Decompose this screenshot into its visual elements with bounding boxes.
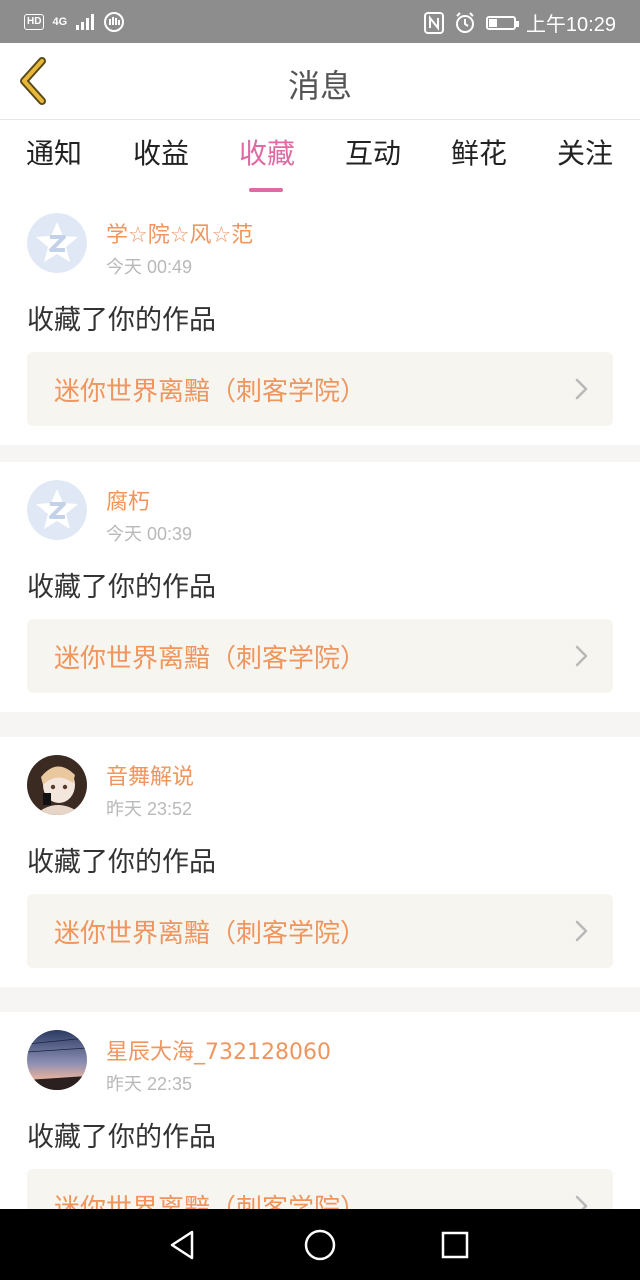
chevron-right-icon — [575, 645, 588, 667]
tab-notifications[interactable]: 通知 — [14, 132, 94, 172]
active-tab-indicator — [249, 188, 283, 192]
page-title: 消息 — [287, 67, 352, 105]
nav-home-button[interactable] — [302, 1227, 338, 1263]
list-item: 腐朽 今天 00:39 收藏了你的作品 迷你世界离黯（刺客学院） — [0, 462, 640, 712]
timestamp: 昨天 22:35 — [106, 1074, 193, 1094]
circle-home-icon — [304, 1229, 336, 1261]
avatar[interactable] — [27, 1030, 87, 1090]
network-type: 4G — [52, 16, 68, 28]
default-avatar-icon — [27, 213, 87, 273]
username[interactable]: 学☆院☆风☆范 — [106, 217, 253, 249]
timestamp: 今天 00:49 — [106, 257, 193, 277]
tab-bar: 通知 收益 收藏 互动 鲜花 关注 — [0, 120, 640, 195]
timestamp: 今天 00:39 — [106, 524, 193, 544]
sky-photo-avatar-image — [27, 1030, 87, 1090]
signal-icon — [76, 14, 95, 30]
work-link[interactable]: 迷你世界离黯（刺客学院） — [27, 894, 613, 968]
avatar[interactable] — [27, 755, 87, 815]
avatar[interactable] — [27, 480, 87, 540]
tab-favorites-label: 收藏 — [238, 137, 295, 170]
username[interactable]: 音舞解说 — [106, 759, 194, 791]
tab-follows[interactable]: 关注 — [545, 132, 625, 172]
status-bar: HD 4G 上午10:29 — [0, 0, 640, 43]
nav-back-button[interactable] — [164, 1227, 200, 1263]
action-text: 收藏了你的作品 — [27, 572, 216, 603]
photo-avatar-image — [27, 755, 87, 815]
timestamp: 昨天 23:52 — [106, 799, 193, 819]
tab-interactions[interactable]: 互动 — [333, 132, 413, 172]
work-link[interactable]: 迷你世界离黯（刺客学院） — [27, 352, 613, 426]
chevron-right-icon — [575, 378, 588, 400]
app-header: 消息 — [0, 43, 640, 120]
work-title: 迷你世界离黯（刺客学院） — [54, 919, 367, 949]
nav-recents-button[interactable] — [437, 1227, 473, 1263]
action-text: 收藏了你的作品 — [27, 1122, 216, 1153]
action-text: 收藏了你的作品 — [27, 305, 216, 336]
tab-favorites[interactable]: 收藏 — [227, 132, 307, 192]
hd-indicator: HD — [24, 14, 45, 30]
list-item: 音舞解说 昨天 23:52 收藏了你的作品 迷你世界离黯（刺客学院） — [0, 737, 640, 987]
app-notification-icon — [104, 12, 125, 32]
work-title: 迷你世界离黯（刺客学院） — [54, 644, 367, 674]
square-recents-icon — [441, 1231, 469, 1259]
battery-icon — [485, 15, 519, 30]
nfc-icon — [423, 11, 444, 34]
work-title: 迷你世界离黯（刺客学院） — [54, 377, 367, 407]
username[interactable]: 星辰大海_732128060 — [106, 1034, 331, 1066]
list-item: 学☆院☆风☆范 今天 00:49 收藏了你的作品 迷你世界离黯（刺客学院） — [0, 195, 640, 445]
clock: 上午10:29 — [525, 14, 616, 36]
tab-earnings[interactable]: 收益 — [121, 132, 201, 172]
action-text: 收藏了你的作品 — [27, 847, 216, 878]
default-avatar-icon — [27, 480, 87, 540]
battery-fill — [488, 18, 497, 27]
chevron-right-icon — [575, 920, 588, 942]
tab-flowers[interactable]: 鲜花 — [439, 132, 519, 172]
username[interactable]: 腐朽 — [106, 484, 150, 516]
work-link[interactable]: 迷你世界离黯（刺客学院） — [27, 619, 613, 693]
system-nav-bar — [0, 1209, 640, 1280]
avatar[interactable] — [27, 213, 87, 273]
triangle-back-icon — [170, 1230, 194, 1260]
alarm-icon — [455, 11, 474, 33]
